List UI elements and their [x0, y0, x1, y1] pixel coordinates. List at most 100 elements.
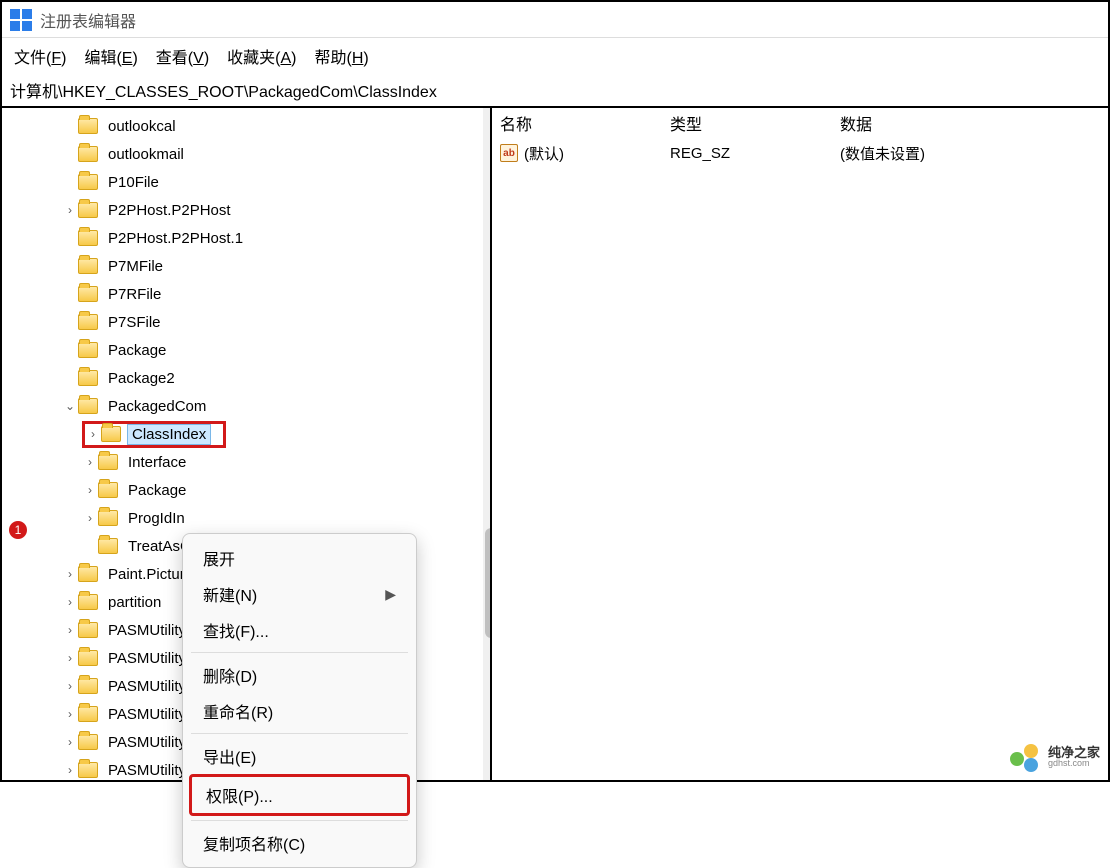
folder-icon	[78, 202, 98, 218]
chevron-right-icon[interactable]: ›	[62, 763, 78, 777]
list-row[interactable]: ab (默认) REG_SZ (数值未设置)	[492, 138, 1108, 168]
folder-icon	[78, 314, 98, 330]
tree-item[interactable]: ›ProgIdIn	[2, 504, 480, 532]
scrollbar-thumb[interactable]	[485, 528, 492, 638]
tree-item-label: PASMUtility	[104, 677, 190, 696]
cm-expand[interactable]: 展开	[189, 540, 410, 576]
menu-view[interactable]: 查看(V)	[156, 44, 209, 68]
chevron-right-icon[interactable]: ›	[62, 651, 78, 665]
tree-item[interactable]: ›outlookmail	[2, 140, 480, 168]
tree-item[interactable]: › ClassIndex	[2, 420, 480, 448]
folder-icon	[78, 622, 98, 638]
tree-item[interactable]: ⌄ PackagedCom	[2, 392, 480, 420]
tree-item-label: P7SFile	[104, 313, 165, 332]
chevron-right-icon: ›	[62, 315, 78, 329]
tree-item[interactable]: ›Package	[2, 336, 480, 364]
menu-help[interactable]: 帮助(H)	[314, 44, 368, 68]
folder-icon	[78, 286, 98, 302]
tree-item[interactable]: › P2PHost.P2PHost.1	[2, 224, 480, 252]
chevron-right-icon[interactable]: ›	[62, 707, 78, 721]
regedit-icon	[10, 9, 32, 31]
chevron-right-icon[interactable]: ›	[62, 735, 78, 749]
context-menu: 展开 新建(N)▶ 查找(F)... 删除(D) 重命名(R) 导出(E) 权限…	[182, 533, 417, 868]
folder-icon	[78, 398, 98, 414]
tree-item-label: P2PHost.P2PHost.1	[104, 229, 247, 248]
chevron-right-icon[interactable]: ›	[62, 203, 78, 217]
list-pane: 名称 类型 数据 ab (默认) REG_SZ (数值未设置)	[492, 108, 1108, 780]
chevron-right-icon[interactable]: ›	[82, 511, 98, 525]
folder-icon	[78, 230, 98, 246]
vertical-scrollbar[interactable]	[483, 108, 492, 780]
folder-icon	[78, 706, 98, 722]
annotation-badge-1: 1	[9, 521, 27, 539]
chevron-right-icon[interactable]: ›	[62, 623, 78, 637]
folder-icon	[98, 538, 118, 554]
folder-icon	[78, 678, 98, 694]
cm-new[interactable]: 新建(N)▶	[189, 576, 410, 612]
tree-item-label: outlookcal	[104, 117, 180, 136]
content-split: ›outlookcal›outlookmail›P10File›P2PHost.…	[2, 108, 1108, 780]
tree-item[interactable]: › P2PHost.P2PHost	[2, 196, 480, 224]
tree-item-label: outlookmail	[104, 145, 188, 164]
cm-delete[interactable]: 删除(D)	[189, 657, 410, 693]
col-data[interactable]: 数据	[840, 111, 1100, 135]
chevron-right-icon[interactable]: ›	[62, 567, 78, 581]
chevron-right-icon[interactable]: ›	[82, 455, 98, 469]
cm-find[interactable]: 查找(F)...	[189, 612, 410, 648]
menu-edit[interactable]: 编辑(E)	[84, 44, 137, 68]
folder-icon	[78, 258, 98, 274]
chevron-right-icon: ›	[62, 175, 78, 189]
chevron-right-icon[interactable]: ›	[62, 595, 78, 609]
folder-icon	[78, 734, 98, 750]
chevron-right-icon: ›	[62, 231, 78, 245]
cm-permissions[interactable]: 权限(P)...	[189, 774, 410, 816]
address-bar[interactable]: 计算机\HKEY_CLASSES_ROOT\PackagedCom\ClassI…	[2, 74, 1108, 108]
tree-item[interactable]: › P7SFile	[2, 308, 480, 336]
folder-icon	[78, 650, 98, 666]
cm-separator	[191, 820, 408, 821]
folder-icon	[78, 146, 98, 162]
folder-icon	[78, 118, 98, 134]
chevron-right-icon: ›	[62, 259, 78, 273]
chevron-right-icon: ›	[62, 119, 78, 133]
watermark: 纯净之家 gdhst.com	[1010, 744, 1100, 770]
watermark-url: gdhst.com	[1048, 759, 1100, 768]
folder-icon	[78, 370, 98, 386]
col-name[interactable]: 名称	[500, 111, 670, 135]
window-title: 注册表编辑器	[40, 8, 136, 32]
tree-item[interactable]: ›P10File	[2, 168, 480, 196]
tree-item[interactable]: ›Interface	[2, 448, 480, 476]
tree-item-label: P2PHost.P2PHost	[104, 201, 235, 220]
cm-separator	[191, 652, 408, 653]
folder-icon	[78, 342, 98, 358]
cm-separator	[191, 733, 408, 734]
watermark-logo-icon	[1010, 744, 1042, 770]
cm-export[interactable]: 导出(E)	[189, 738, 410, 774]
tree-item-label: P7MFile	[104, 257, 167, 276]
folder-icon	[98, 510, 118, 526]
folder-icon	[98, 454, 118, 470]
tree-item[interactable]: › P7MFile	[2, 252, 480, 280]
chevron-right-icon: ▶	[385, 586, 396, 603]
tree-item-label: PackagedCom	[104, 397, 210, 416]
cm-copy-key-name[interactable]: 复制项名称(C)	[189, 825, 410, 861]
chevron-right-icon[interactable]: ›	[82, 483, 98, 497]
tree-item[interactable]: › outlookcal	[2, 112, 480, 140]
tree-item[interactable]: › Package	[2, 476, 480, 504]
col-type[interactable]: 类型	[670, 111, 840, 135]
chevron-right-icon: ›	[62, 287, 78, 301]
menu-file[interactable]: 文件(F)	[14, 44, 66, 68]
value-name: (默认)	[524, 143, 564, 164]
chevron-right-icon[interactable]: ›	[85, 427, 101, 441]
chevron-down-icon[interactable]: ⌄	[62, 399, 78, 413]
tree-item-label: Package	[124, 481, 190, 500]
tree-item-label: ClassIndex	[127, 424, 211, 445]
tree-item[interactable]: ›P7RFile	[2, 280, 480, 308]
value-type: REG_SZ	[670, 145, 840, 162]
chevron-right-icon: ›	[82, 539, 98, 553]
title-bar: 注册表编辑器	[2, 2, 1108, 38]
chevron-right-icon[interactable]: ›	[62, 679, 78, 693]
cm-rename[interactable]: 重命名(R)	[189, 693, 410, 729]
menu-favorites[interactable]: 收藏夹(A)	[227, 44, 296, 68]
tree-item[interactable]: ›Package2	[2, 364, 480, 392]
